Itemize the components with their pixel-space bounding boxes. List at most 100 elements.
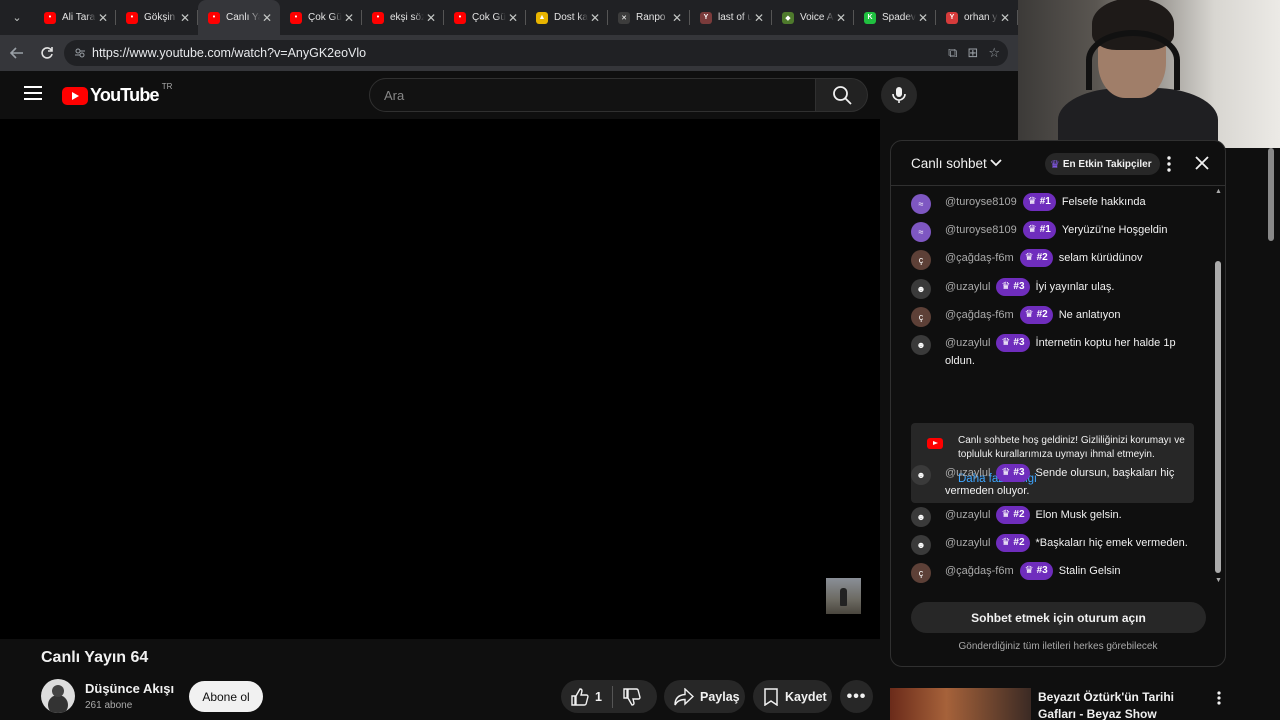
tab-close-icon[interactable]: ✕ <box>834 11 848 25</box>
chat-user-avatar[interactable]: ☻ <box>911 279 931 299</box>
site-info-icon[interactable] <box>74 47 86 59</box>
webcam-overlay <box>1018 0 1280 148</box>
chat-user-avatar[interactable]: ≈ <box>911 194 931 214</box>
chat-message-text: Felsefe hakkında <box>1061 196 1146 208</box>
chat-author-name[interactable]: @turoyse8109 <box>945 196 1017 208</box>
back-arrow-icon[interactable] <box>4 40 30 66</box>
chat-user-avatar[interactable]: ☻ <box>911 335 931 355</box>
related-video-thumbnail[interactable] <box>890 688 1031 720</box>
like-button[interactable]: 1 <box>561 680 612 713</box>
tab-close-icon[interactable]: ✕ <box>752 11 766 25</box>
tab-favicon-icon: ✕ <box>618 11 630 24</box>
badge-rank: #3 <box>1013 281 1025 292</box>
chat-author-name[interactable]: @uzaylul <box>945 537 990 549</box>
browser-tab[interactable]: K Spadev ✕ <box>854 0 936 35</box>
close-icon[interactable] <box>1193 154 1211 172</box>
browser-tab[interactable]: • Ali Tarar ✕ <box>34 0 116 35</box>
chat-author-name[interactable]: @uzaylul <box>945 467 990 479</box>
chat-message-text: Elon Musk gelsin. <box>1035 509 1122 521</box>
browser-tab[interactable]: ▲ Dost ka ✕ <box>526 0 608 35</box>
bookmark-star-icon[interactable]: ☆ <box>988 45 1000 61</box>
chat-user-avatar[interactable]: ☻ <box>911 465 931 485</box>
menu-hamburger-icon[interactable] <box>24 86 42 102</box>
chat-author-name[interactable]: @çağdaş-f6m <box>945 309 1014 321</box>
channel-avatar[interactable] <box>41 679 75 713</box>
page-scrollbar[interactable] <box>1268 148 1274 241</box>
top-fans-button[interactable]: ♛ En Etkin Takipçiler <box>1045 153 1160 175</box>
chat-scroll-thumb[interactable] <box>1215 261 1221 573</box>
tab-search-chevron-icon[interactable]: ⌄ <box>6 7 28 29</box>
browser-tab[interactable]: ◆ Voice A ✕ <box>772 0 854 35</box>
tab-favicon-icon: • <box>290 11 302 24</box>
tab-title: Ali Tarar <box>62 12 96 23</box>
related-more-vertical-icon[interactable] <box>1212 690 1226 706</box>
youtube-icon <box>927 438 943 449</box>
top-fan-badge: ♛ #3 <box>996 334 1030 352</box>
reload-icon[interactable] <box>34 40 60 66</box>
chat-message-text: İyi yayınlar ulaş. <box>1035 281 1115 293</box>
more-vertical-icon[interactable] <box>1161 155 1177 173</box>
subscribe-button[interactable]: Abone ol <box>189 681 263 712</box>
chat-author-name[interactable]: @çağdaş-f6m <box>945 252 1014 264</box>
browser-tab[interactable]: ✕ Ranpo ✕ <box>608 0 690 35</box>
chat-title[interactable]: Canlı sohbet <box>911 156 987 171</box>
omnibox-icons: ⧉ ⊞ ☆ <box>948 45 1000 61</box>
dislike-button[interactable] <box>613 680 651 713</box>
browser-tab[interactable]: • Çok Gü ✕ <box>280 0 362 35</box>
bookmark-icon <box>764 687 778 706</box>
chevron-down-icon[interactable] <box>989 155 1003 169</box>
chat-author-name[interactable]: @çağdaş-f6m <box>945 565 1014 577</box>
chat-sign-in-button[interactable]: Sohbet etmek için oturum açın <box>911 602 1206 633</box>
search-input[interactable]: Ara <box>369 78 816 112</box>
tab-close-icon[interactable]: ✕ <box>260 11 274 25</box>
chat-author-name[interactable]: @uzaylul <box>945 281 990 293</box>
chat-user-avatar[interactable]: ç <box>911 307 931 327</box>
badge-rank: #2 <box>1013 509 1025 520</box>
youtube-logo[interactable]: YouTube TR <box>62 82 172 106</box>
extensions-icon[interactable]: ⊞ <box>967 45 978 61</box>
tab-close-icon[interactable]: ✕ <box>424 11 438 25</box>
scroll-down-icon[interactable]: ▼ <box>1215 577 1222 584</box>
chat-message-text: Yeryüzü'ne Hoşgeldin <box>1061 224 1168 236</box>
tab-close-icon[interactable]: ✕ <box>506 11 520 25</box>
thumbs-up-icon <box>571 687 589 706</box>
chat-author-name[interactable]: @turoyse8109 <box>945 224 1017 236</box>
search-button[interactable] <box>816 78 868 112</box>
video-watermark <box>826 578 861 614</box>
tab-title: Dost ka <box>554 12 588 23</box>
video-player[interactable] <box>0 119 880 639</box>
chat-user-avatar[interactable]: ç <box>911 250 931 270</box>
browser-toolbar: https://www.youtube.com/watch?v=AnyGK2eo… <box>0 35 1018 71</box>
chat-author-name[interactable]: @uzaylul <box>945 337 990 349</box>
address-bar[interactable]: https://www.youtube.com/watch?v=AnyGK2eo… <box>64 40 1008 66</box>
tab-close-icon[interactable]: ✕ <box>998 11 1012 25</box>
chat-user-avatar[interactable]: ☻ <box>911 535 931 555</box>
save-button[interactable]: Kaydet <box>753 680 832 713</box>
chat-header: Canlı sohbet ♛ En Etkin Takipçiler <box>891 141 1225 186</box>
browser-tab[interactable]: • ekşi söz ✕ <box>362 0 444 35</box>
chat-author-name[interactable]: @uzaylul <box>945 509 990 521</box>
chat-scrollbar[interactable]: ▲ ▼ <box>1214 188 1222 586</box>
channel-name[interactable]: Düşünce Akışı <box>85 681 174 696</box>
related-video-title[interactable]: Beyazıt Öztürk'ün Tarihi Gafları - Beyaz… <box>1038 689 1208 720</box>
tab-close-icon[interactable]: ✕ <box>178 11 192 25</box>
chat-user-avatar[interactable]: ç <box>911 563 931 583</box>
more-actions-button[interactable]: ••• <box>840 680 873 713</box>
tab-close-icon[interactable]: ✕ <box>342 11 356 25</box>
browser-tab[interactable]: Yorhan y ✕ <box>936 0 1018 35</box>
scroll-up-icon[interactable]: ▲ <box>1215 188 1222 195</box>
share-button[interactable]: Paylaş <box>664 680 745 713</box>
chat-user-avatar[interactable]: ☻ <box>911 507 931 527</box>
chat-message-list: Canlı sohbete hoş geldiniz! Gizliliğiniz… <box>891 187 1225 587</box>
tab-close-icon[interactable]: ✕ <box>588 11 602 25</box>
tab-close-icon[interactable]: ✕ <box>916 11 930 25</box>
browser-tab[interactable]: Ylast of u ✕ <box>690 0 772 35</box>
chat-user-avatar[interactable]: ≈ <box>911 222 931 242</box>
browser-tab[interactable]: • Gökşin ✕ <box>116 0 198 35</box>
browser-tab[interactable]: • Canlı Ya ✕ <box>198 0 280 35</box>
voice-search-button[interactable] <box>881 77 917 113</box>
translate-icon[interactable]: ⧉ <box>948 45 957 61</box>
browser-tab[interactable]: • Çok Gü ✕ <box>444 0 526 35</box>
tab-close-icon[interactable]: ✕ <box>96 11 110 25</box>
tab-close-icon[interactable]: ✕ <box>670 11 684 25</box>
